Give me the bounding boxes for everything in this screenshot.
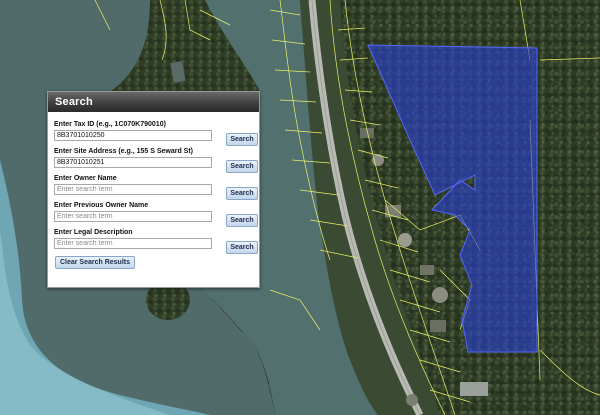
previous-owner-label: Enter Previous Owner Name — [54, 202, 149, 209]
site-address-search-button[interactable]: Search — [226, 160, 258, 173]
tax-id-input[interactable] — [54, 130, 212, 141]
search-panel-title: Search — [48, 92, 259, 112]
site-address-input[interactable] — [54, 157, 212, 168]
previous-owner-search-button[interactable]: Search — [226, 214, 258, 227]
owner-name-input[interactable] — [54, 184, 212, 195]
owner-name-field: Enter Owner Name Search — [54, 175, 258, 201]
legal-description-input[interactable] — [54, 238, 212, 249]
site-address-field: Enter Site Address (e.g., 155 S Seward S… — [54, 148, 258, 174]
legal-description-label: Enter Legal Description — [54, 229, 133, 236]
legal-description-field: Enter Legal Description Search — [54, 229, 258, 255]
previous-owner-input[interactable] — [54, 211, 212, 222]
owner-name-label: Enter Owner Name — [54, 175, 117, 182]
tax-id-field: Enter Tax ID (e.g., 1C070K790010) Search — [54, 121, 258, 147]
owner-name-search-button[interactable]: Search — [226, 187, 258, 200]
search-panel: Search Enter Tax ID (e.g., 1C070K790010)… — [47, 91, 260, 288]
clear-search-results-button[interactable]: Clear Search Results — [55, 256, 135, 269]
site-address-label: Enter Site Address (e.g., 155 S Seward S… — [54, 148, 194, 155]
tax-id-label: Enter Tax ID (e.g., 1C070K790010) — [54, 121, 166, 128]
previous-owner-field: Enter Previous Owner Name Search — [54, 202, 258, 228]
legal-description-search-button[interactable]: Search — [226, 241, 258, 254]
tax-id-search-button[interactable]: Search — [226, 133, 258, 146]
